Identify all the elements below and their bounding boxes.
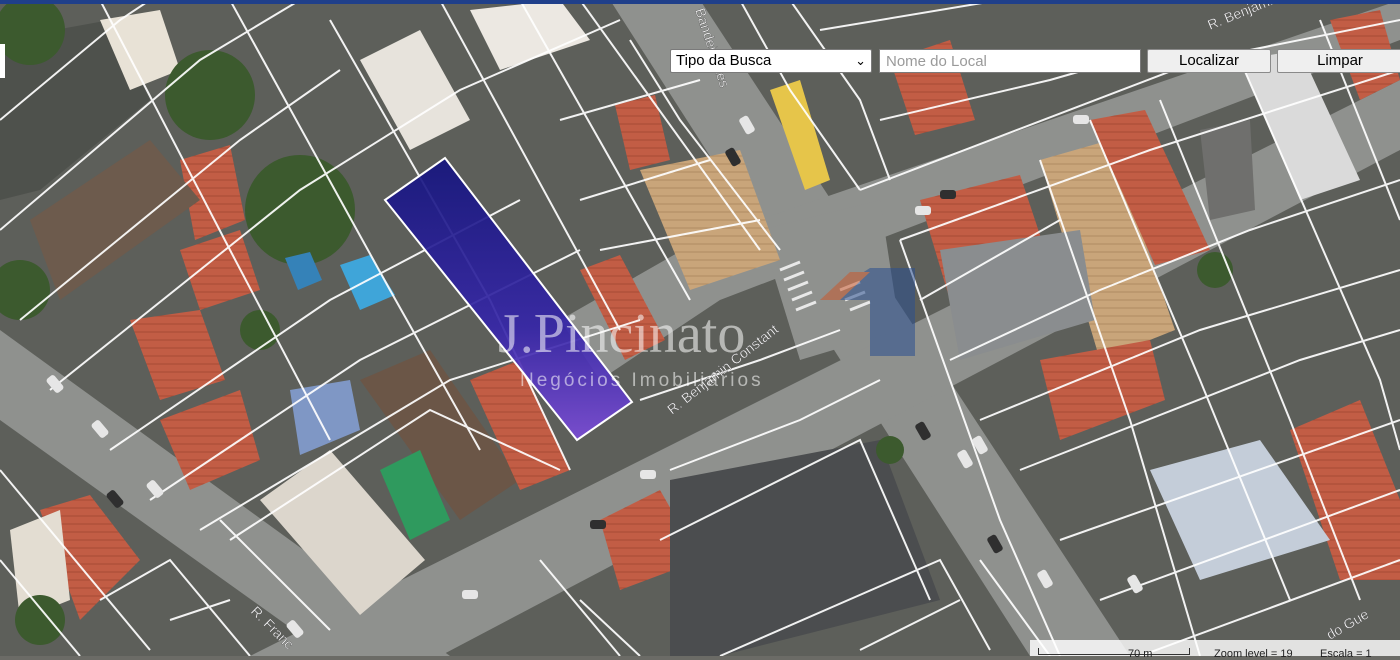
zoom-level-label: Zoom level = 19 [1214,648,1293,660]
watermark-tagline: Negócios Imobiliários [520,370,764,391]
place-name-input[interactable] [879,49,1141,73]
scale-label: 70 m [1128,648,1153,660]
search-type-label: Tipo da Busca [676,52,772,69]
top-bar [0,0,1400,4]
side-panel-stub[interactable] [0,44,5,78]
escala-label: Escala = 1 [1320,648,1372,660]
locate-button[interactable]: Localizar [1147,49,1271,73]
chevron-down-icon: ⌄ [855,53,866,68]
clear-button[interactable]: Limpar [1277,49,1400,73]
scale-bar [1038,648,1190,655]
search-type-select[interactable]: Tipo da Busca ⌄ [670,49,872,73]
map-info-bar: 70 m Zoom level = 19 Escala = 1 [1030,640,1400,660]
aerial-map[interactable]: Bandeirantes R. Benjamin R. Benjamin Con… [0,0,1400,656]
watermark-brand: J.Pincinato [498,303,745,365]
